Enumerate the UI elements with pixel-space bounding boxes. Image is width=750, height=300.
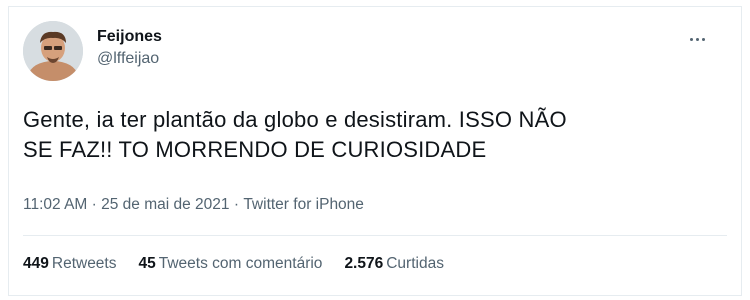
- tweet-date[interactable]: 25 de mai de 2021: [101, 196, 229, 213]
- author-name[interactable]: Feijones: [97, 28, 162, 46]
- tweet-time[interactable]: 11:02 AM: [23, 196, 87, 213]
- likes-stat[interactable]: 2.576 Curtidas: [344, 255, 444, 273]
- meta-separator: ·: [229, 196, 244, 213]
- more-options-icon[interactable]: [683, 27, 711, 51]
- more-dot: [695, 37, 699, 41]
- retweets-label: Retweets: [51, 255, 117, 272]
- likes-count: 2.576: [344, 255, 384, 272]
- quote-tweets-label: Tweets com comentário: [158, 255, 323, 272]
- retweets-count: 449: [23, 255, 49, 272]
- retweets-stat[interactable]: 449 Retweets: [23, 255, 117, 273]
- tweet-card[interactable]: Feijones @lffeijao Gente, ia ter plantão…: [8, 6, 742, 296]
- likes-label: Curtidas: [386, 255, 444, 272]
- meta-separator: ·: [87, 196, 102, 213]
- tweet-stats: 449 Retweets 45 Tweets com comentário 2.57…: [23, 255, 723, 273]
- tweet-text: Gente, ia ter plantão da globo e desisti…: [23, 107, 567, 162]
- quote-tweets-stat[interactable]: 45 Tweets com comentário: [139, 255, 323, 273]
- more-dot: [689, 37, 693, 41]
- divider: [23, 235, 727, 236]
- avatar[interactable]: [23, 21, 83, 81]
- quote-tweets-count: 45: [138, 255, 156, 272]
- avatar-photo: [23, 21, 83, 81]
- tweet-source[interactable]: Twitter for iPhone: [243, 196, 364, 213]
- author-handle[interactable]: @lffeijao: [97, 50, 159, 68]
- tweet-meta: 11:02 AM · 25 de mai de 2021 · Twitter f…: [23, 196, 713, 214]
- more-dot: [701, 37, 705, 41]
- tweet-header: Feijones @lffeijao: [23, 21, 723, 81]
